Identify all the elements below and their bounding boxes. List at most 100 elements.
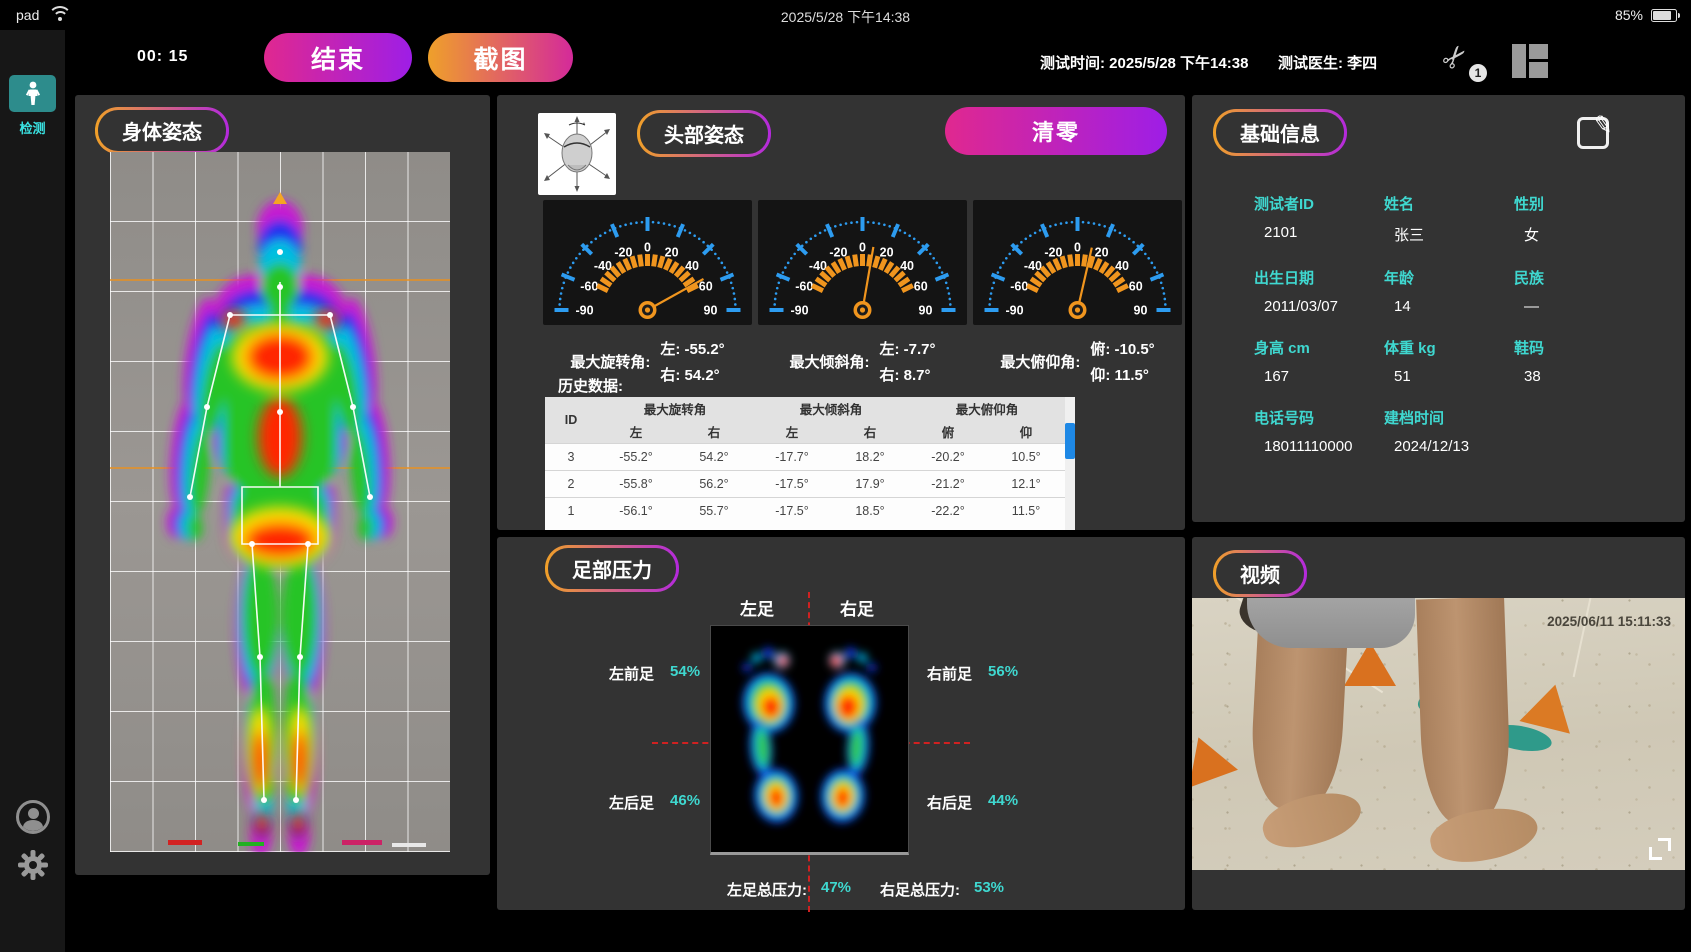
sidebar-item-detect[interactable] bbox=[9, 75, 56, 112]
right-foot-header: 右足 bbox=[840, 595, 874, 620]
history-table: ID 最大旋转角 最大倾斜角 最大俯仰角 左右 左右 俯仰 3 -55.2°54… bbox=[545, 397, 1075, 530]
table-row: 1 -56.1°55.7° -17.5°18.5° -22.2°11.5° bbox=[545, 497, 1065, 524]
orange-cone bbox=[1344, 642, 1396, 686]
layout-grid-button[interactable] bbox=[1512, 44, 1548, 78]
info-field-weight: 体重 kg51 bbox=[1384, 337, 1514, 385]
video-feed: 2025/06/11 15:11:33 bbox=[1192, 598, 1685, 870]
svg-text:-20: -20 bbox=[614, 245, 632, 259]
info-field-gender: 性别女 bbox=[1514, 193, 1644, 245]
info-field-ethnicity: 民族— bbox=[1514, 267, 1644, 315]
right-foot-total-pressure: 右足总压力:53% bbox=[880, 879, 1004, 900]
left-foot-header: 左足 bbox=[740, 595, 774, 620]
basic-info-panel: 基础信息 ✎ 测试者ID2101 姓名张三 性别女 出生日期2011/03/07… bbox=[1192, 95, 1685, 522]
left-foot-total-pressure: 左足总压力:47% bbox=[727, 879, 851, 900]
basic-info-title: 基础信息 bbox=[1216, 112, 1344, 153]
head-posture-title-pill: 头部姿态 bbox=[637, 110, 771, 157]
test-doctor-label: 测试医生: 李四 bbox=[1278, 52, 1377, 73]
right-rearfoot-stat: 右后足44% bbox=[927, 792, 1018, 813]
body-thermal-scan bbox=[110, 152, 450, 852]
table-scrollbar[interactable] bbox=[1065, 397, 1075, 530]
end-button[interactable]: 结束 bbox=[264, 33, 412, 82]
svg-text:60: 60 bbox=[1129, 279, 1143, 293]
foot-pressure-title-pill: 足部压力 bbox=[545, 545, 679, 592]
video-timestamp: 2025/06/11 15:11:33 bbox=[1547, 614, 1671, 629]
edit-info-button[interactable]: ✎ bbox=[1577, 117, 1609, 149]
scissors-badge: 1 bbox=[1469, 64, 1487, 82]
info-field-tester-id: 测试者ID2101 bbox=[1254, 193, 1384, 245]
info-field-name: 姓名张三 bbox=[1384, 193, 1514, 245]
body-posture-title: 身体姿态 bbox=[98, 110, 226, 151]
info-field-shoe-size: 鞋码38 bbox=[1514, 337, 1644, 385]
max-tilt-metric: 最大倾斜角: 左: -7.7°右: 8.7° bbox=[758, 333, 967, 389]
reset-zero-button[interactable]: 清零 bbox=[945, 107, 1167, 155]
battery-percent: 85% bbox=[1615, 7, 1643, 23]
video-title-pill: 视频 bbox=[1213, 550, 1307, 597]
body-posture-title-pill: 身体姿态 bbox=[95, 107, 229, 154]
rotation-gauge: -90-60-40-20020406090 bbox=[543, 200, 752, 325]
table-scrollbar-thumb[interactable] bbox=[1065, 423, 1075, 459]
video-title: 视频 bbox=[1216, 553, 1304, 594]
table-row: 2 -55.8°56.2° -17.5°17.9° -21.2°12.1° bbox=[545, 470, 1065, 497]
pitch-gauge: -90-60-40-20020406090 bbox=[973, 200, 1182, 325]
info-field-birthdate: 出生日期2011/03/07 bbox=[1254, 267, 1384, 315]
svg-text:0: 0 bbox=[1074, 241, 1081, 255]
thermal-body-figure bbox=[110, 152, 450, 852]
settings-gear-icon[interactable] bbox=[15, 847, 51, 883]
table-subheader-row: 左右 左右 俯仰 bbox=[545, 420, 1065, 443]
svg-text:-90: -90 bbox=[790, 304, 808, 318]
svg-text:-20: -20 bbox=[1044, 245, 1062, 259]
foot-pressure-heatmap bbox=[710, 625, 909, 855]
scissors-tool-button[interactable]: ✂ 1 bbox=[1443, 40, 1487, 82]
foot-pressure-panel: 足部压力 左足 右足 bbox=[497, 537, 1185, 910]
table-row: 3 -55.2°54.2° -17.7°18.2° -20.2°10.5° bbox=[545, 443, 1065, 470]
screenshot-button[interactable]: 截图 bbox=[428, 33, 573, 82]
pencil-icon: ✎ bbox=[1591, 110, 1615, 142]
svg-text:-60: -60 bbox=[580, 279, 598, 293]
video-panel: 视频 2025/06/11 15:11:33 bbox=[1192, 537, 1685, 910]
left-forefoot-stat: 左前足54% bbox=[609, 663, 700, 684]
col-id: ID bbox=[545, 397, 597, 443]
svg-text:60: 60 bbox=[914, 279, 928, 293]
sidebar-item-detect-label: 检测 bbox=[0, 118, 65, 137]
tilt-gauge: -90-60-40-20020406090 bbox=[758, 200, 967, 325]
svg-text:-40: -40 bbox=[594, 259, 612, 273]
user-profile-icon[interactable] bbox=[16, 800, 50, 834]
battery-icon bbox=[1651, 9, 1677, 22]
svg-text:0: 0 bbox=[859, 241, 866, 255]
table-group-header-row: ID 最大旋转角 最大倾斜角 最大俯仰角 bbox=[545, 397, 1065, 420]
head-axes-diagram bbox=[538, 113, 616, 195]
gray-shorts bbox=[1247, 598, 1415, 648]
right-forefoot-stat: 右前足56% bbox=[927, 663, 1018, 684]
status-datetime: 2025/5/28 下午14:38 bbox=[0, 7, 1691, 27]
svg-text:-40: -40 bbox=[1024, 259, 1042, 273]
svg-text:-20: -20 bbox=[829, 245, 847, 259]
app-screen: pad 2025/5/28 下午14:38 85% 检测 bbox=[0, 0, 1691, 952]
svg-text:20: 20 bbox=[1095, 245, 1109, 259]
info-grid: 测试者ID2101 姓名张三 性别女 出生日期2011/03/07 年龄14 民… bbox=[1254, 193, 1644, 455]
info-field-phone: 电话号码18011110000 bbox=[1254, 407, 1384, 455]
svg-text:-90: -90 bbox=[1005, 304, 1023, 318]
status-bar: pad 2025/5/28 下午14:38 85% bbox=[0, 0, 1691, 30]
session-timer: 00: 15 bbox=[137, 48, 188, 66]
svg-text:20: 20 bbox=[880, 245, 894, 259]
svg-text:-90: -90 bbox=[575, 304, 593, 318]
svg-text:90: 90 bbox=[919, 304, 933, 318]
info-field-record-date: 建档时间2024/12/13 bbox=[1384, 407, 1514, 455]
max-pitch-metric: 最大俯仰角: 俯: -10.5°仰: 11.5° bbox=[973, 333, 1182, 389]
svg-text:-60: -60 bbox=[1010, 279, 1028, 293]
head-posture-title: 头部姿态 bbox=[640, 113, 768, 154]
svg-text:40: 40 bbox=[900, 259, 914, 273]
right-leg bbox=[1416, 598, 1512, 825]
svg-text:40: 40 bbox=[685, 259, 699, 273]
sidebar: 检测 bbox=[0, 30, 65, 952]
svg-text:90: 90 bbox=[704, 304, 718, 318]
svg-text:-60: -60 bbox=[795, 279, 813, 293]
fullscreen-expand-icon[interactable] bbox=[1649, 838, 1671, 860]
svg-text:20: 20 bbox=[665, 245, 679, 259]
svg-text:40: 40 bbox=[1115, 259, 1129, 273]
info-field-age: 年龄14 bbox=[1384, 267, 1514, 315]
body-posture-panel: 身体姿态 bbox=[75, 95, 490, 875]
test-time-label: 测试时间: 2025/5/28 下午14:38 bbox=[1040, 52, 1248, 73]
person-icon bbox=[22, 81, 44, 107]
history-data-label: 历史数据: bbox=[558, 375, 623, 396]
